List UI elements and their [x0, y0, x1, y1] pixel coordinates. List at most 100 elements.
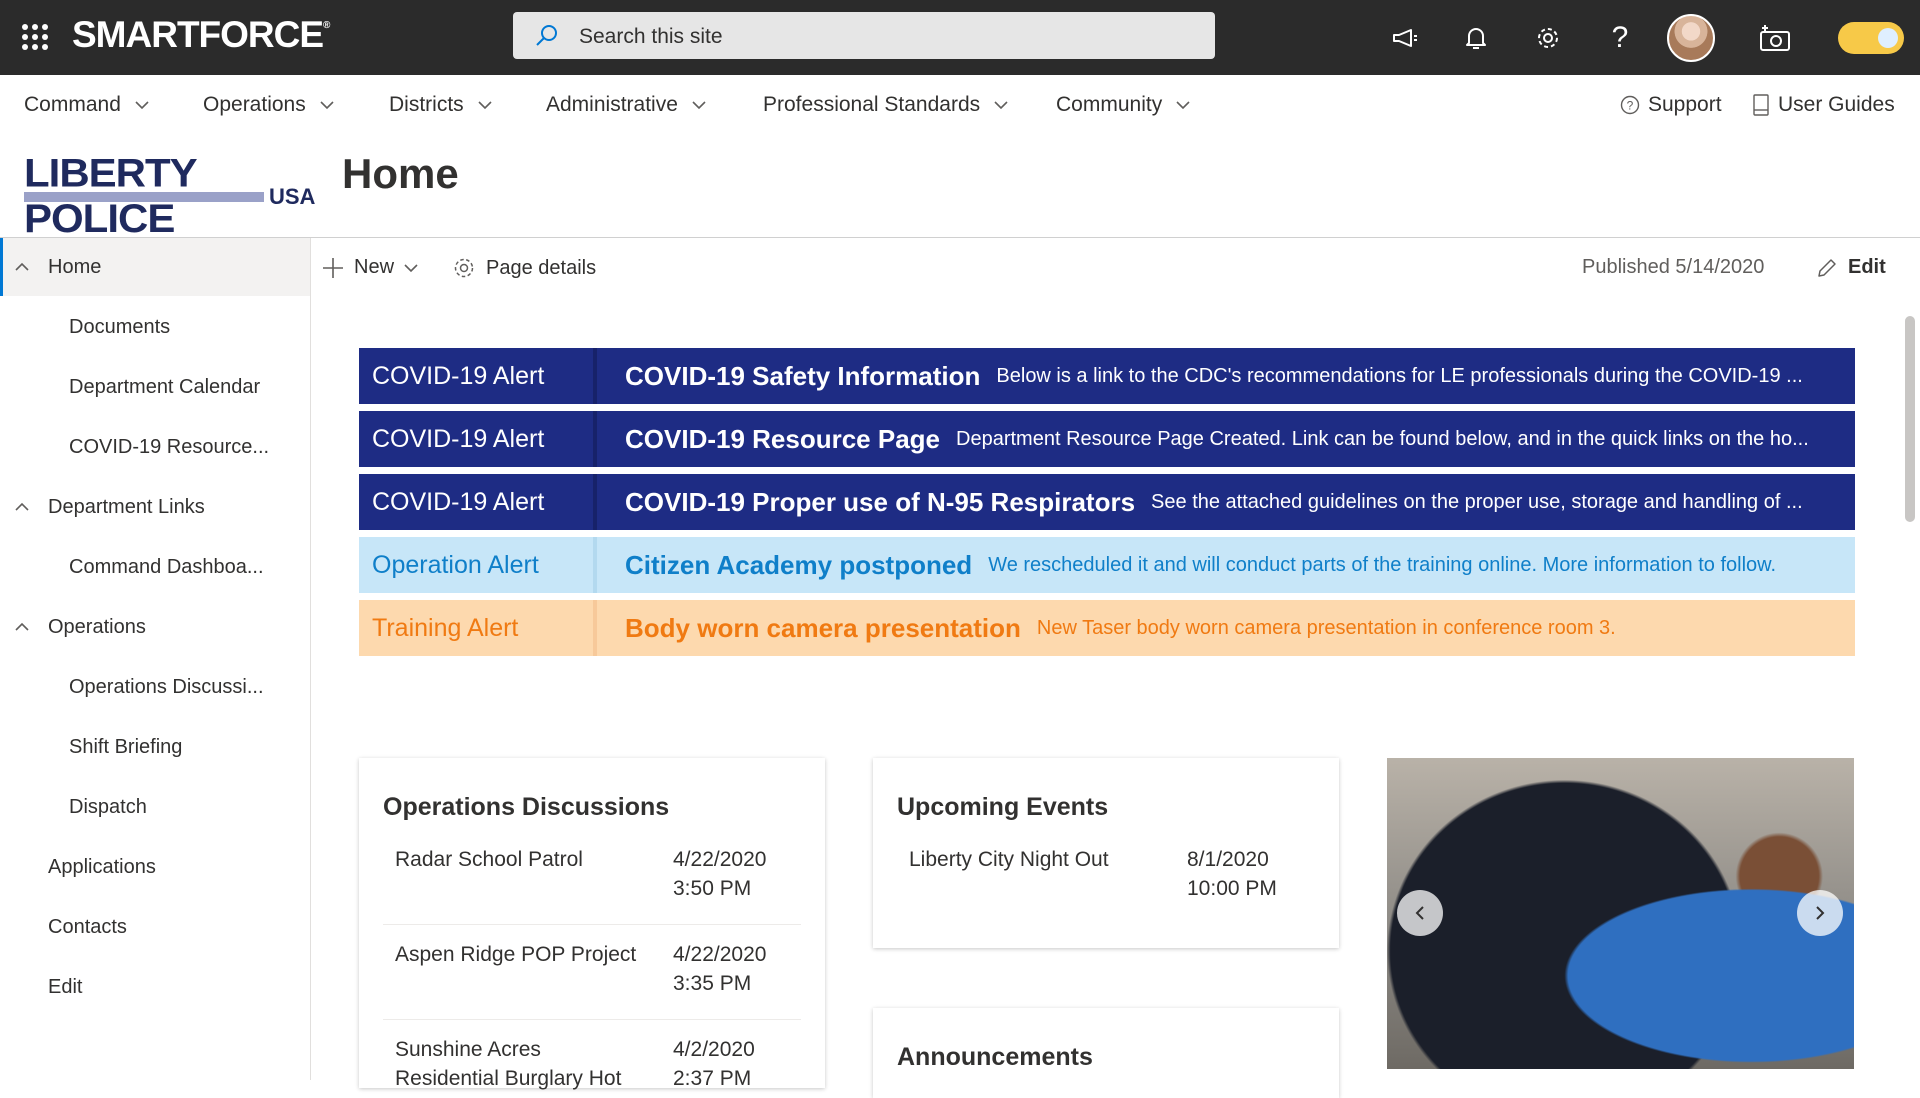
megaphone-icon[interactable] — [1385, 18, 1425, 58]
page-scrollbar[interactable] — [1905, 316, 1915, 522]
event-date: 8/1/2020 — [1187, 848, 1269, 871]
discussion-subject[interactable]: Sunshine Acres — [395, 1038, 541, 1062]
chevron-down-icon — [320, 101, 334, 110]
site-logo[interactable]: LIBERTY POLICE USA — [24, 148, 316, 241]
suite-bar: SMARTFORCE® ? — [0, 0, 1920, 75]
nav-item-command-dashboard[interactable]: Command Dashboa... — [69, 556, 264, 579]
edit-button[interactable]: Edit — [1816, 256, 1886, 279]
page-details-label: Page details — [486, 256, 597, 279]
chevron-up-icon[interactable] — [15, 260, 29, 274]
upcoming-events-card: Upcoming Events Liberty City Night Out 8… — [873, 758, 1339, 948]
alert-banner[interactable]: Operation Alert Citizen Academy postponed… — [359, 537, 1855, 593]
theme-toggle[interactable] — [1838, 22, 1904, 54]
hub-nav-community[interactable]: Community — [1056, 93, 1190, 117]
discussion-subject[interactable]: Aspen Ridge POP Project — [395, 943, 636, 967]
alert-title[interactable]: COVID-19 Proper use of N-95 Respirators — [597, 487, 1135, 518]
hub-nav-districts[interactable]: Districts — [389, 93, 492, 117]
svg-text:?: ? — [1627, 99, 1634, 113]
hub-nav-professional-standards[interactable]: Professional Standards — [763, 93, 1008, 117]
support-link[interactable]: ? Support — [1620, 93, 1722, 117]
hub-nav-operations[interactable]: Operations — [203, 93, 334, 117]
discussion-date: 4/2/2020 — [673, 1038, 755, 1061]
new-button[interactable]: New — [322, 256, 418, 279]
alert-type: COVID-19 Alert — [372, 487, 545, 516]
hub-nav-administrative[interactable]: Administrative — [546, 93, 706, 117]
carousel-next-button[interactable] — [1797, 890, 1843, 936]
new-label: New — [354, 256, 395, 278]
chevron-left-icon — [1415, 906, 1424, 920]
alert-banner[interactable]: COVID-19 Alert COVID-19 Resource Page Depa… — [359, 411, 1855, 467]
event-time: 10:00 PM — [1187, 877, 1277, 900]
help-circle-icon: ? — [1620, 95, 1640, 115]
image-carousel[interactable] — [1387, 758, 1854, 1069]
carousel-prev-button[interactable] — [1397, 890, 1443, 936]
nav-item-shift-briefing[interactable]: Shift Briefing — [69, 736, 182, 759]
hub-nav-command[interactable]: Command — [24, 93, 149, 117]
search-box[interactable] — [513, 12, 1215, 61]
alert-banner[interactable]: COVID-19 Alert COVID-19 Proper use of N-9… — [359, 474, 1855, 530]
discussion-date: 4/22/2020 — [673, 943, 767, 966]
pencil-icon — [1818, 258, 1836, 277]
nav-item-department-calendar[interactable]: Department Calendar — [69, 376, 260, 399]
chevron-down-icon — [1176, 101, 1190, 110]
alert-description: New Taser body worn camera presentation … — [1036, 616, 1616, 639]
chevron-down-icon — [135, 101, 149, 110]
event-subject[interactable]: Liberty City Night Out — [909, 848, 1109, 872]
document-icon — [1753, 94, 1769, 116]
logo-subtext: USA — [269, 184, 316, 209]
search-input[interactable] — [577, 12, 1181, 61]
nav-item-home[interactable]: Home — [48, 256, 101, 279]
chevron-down-icon — [994, 101, 1008, 110]
discussion-time: 3:35 PM — [673, 972, 752, 995]
nav-item-applications[interactable]: Applications — [48, 856, 156, 879]
chevron-down-icon — [478, 101, 492, 110]
nav-item-documents[interactable]: Documents — [69, 316, 170, 339]
alert-type: COVID-19 Alert — [372, 424, 545, 453]
alert-title[interactable]: Body worn camera presentation — [597, 613, 1021, 644]
bell-icon[interactable] — [1456, 18, 1496, 58]
announcements-card: Announcements — [873, 1008, 1339, 1098]
nav-item-covid-resource[interactable]: COVID-19 Resource... — [69, 436, 269, 459]
chevron-down-icon — [404, 263, 418, 272]
nav-item-operations-discussions[interactable]: Operations Discussi... — [69, 676, 264, 699]
hub-nav-label: Administrative — [546, 93, 678, 116]
gear-icon[interactable] — [1528, 18, 1568, 58]
help-icon[interactable]: ? — [1600, 18, 1640, 58]
alert-banners: COVID-19 Alert COVID-19 Safety Informatio… — [359, 348, 1855, 663]
row-divider — [383, 1019, 801, 1020]
alert-banner[interactable]: COVID-19 Alert COVID-19 Safety Informatio… — [359, 348, 1855, 404]
chevron-right-icon — [1816, 906, 1825, 920]
brand-logo[interactable]: SMARTFORCE® — [72, 14, 330, 56]
camera-icon[interactable] — [1755, 18, 1795, 58]
hub-nav-label: Operations — [203, 93, 306, 116]
user-guides-link[interactable]: User Guides — [1752, 93, 1895, 117]
support-label: Support — [1648, 93, 1722, 116]
logo-bar — [24, 192, 264, 202]
chevron-up-icon[interactable] — [15, 500, 29, 514]
app-launcher-icon[interactable] — [22, 24, 48, 50]
discussion-subject-continued[interactable]: Residential Burglary Hot — [395, 1067, 621, 1091]
chevron-up-icon[interactable] — [15, 620, 29, 634]
nav-item-edit[interactable]: Edit — [48, 976, 82, 999]
discussion-subject[interactable]: Radar School Patrol — [395, 848, 583, 872]
nav-item-contacts[interactable]: Contacts — [48, 916, 127, 939]
page-details-button[interactable]: Page details — [452, 256, 596, 280]
nav-item-department-links[interactable]: Department Links — [48, 496, 205, 519]
alert-banner[interactable]: Training Alert Body worn camera presentat… — [359, 600, 1855, 656]
nav-item-operations[interactable]: Operations — [48, 616, 146, 639]
hub-nav-label: Districts — [389, 93, 464, 116]
page-title: Home — [342, 150, 459, 197]
nav-item-dispatch[interactable]: Dispatch — [69, 796, 147, 819]
avatar[interactable] — [1667, 14, 1715, 62]
alert-title[interactable]: COVID-19 Resource Page — [597, 424, 940, 455]
alert-title[interactable]: Citizen Academy postponed — [597, 550, 972, 581]
alert-description: Department Resource Page Created. Link c… — [956, 427, 1809, 450]
alert-type: Operation Alert — [372, 550, 539, 579]
card-title: Operations Discussions — [383, 793, 670, 821]
hub-nav-label: Command — [24, 93, 121, 116]
alert-title[interactable]: COVID-19 Safety Information — [597, 361, 980, 392]
hub-navigation: Command Operations Districts Administrat… — [0, 75, 1920, 135]
active-item-indicator — [0, 238, 3, 296]
hub-nav-label: Community — [1056, 93, 1163, 116]
chevron-down-icon — [692, 101, 706, 110]
